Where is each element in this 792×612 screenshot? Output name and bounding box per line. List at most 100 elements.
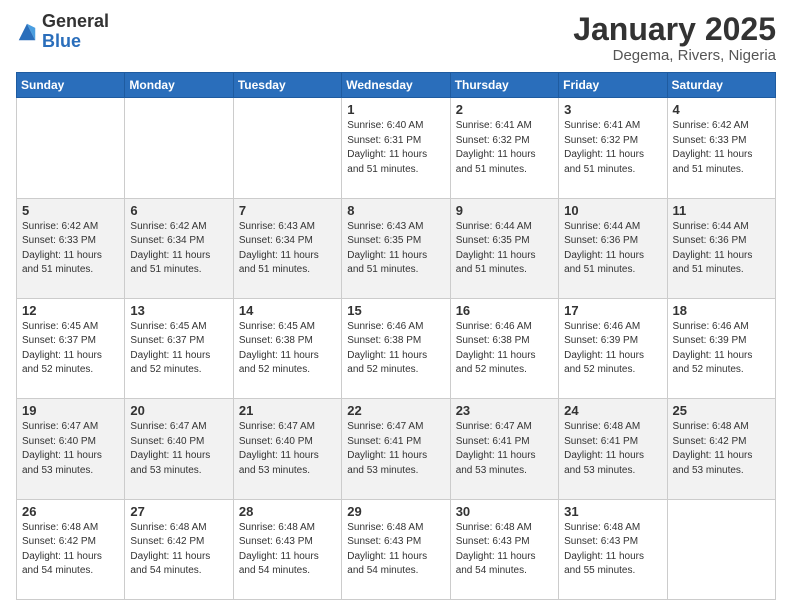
day-number: 1 [347, 102, 444, 117]
col-header-thursday: Thursday [450, 73, 558, 98]
calendar-cell: 7 Sunrise: 6:43 AMSunset: 6:34 PMDaylight… [233, 198, 341, 298]
calendar-cell: 30Sunrise: 6:48 AMSunset: 6:43 PMDayligh… [450, 499, 558, 599]
col-header-monday: Monday [125, 73, 233, 98]
calendar-cell [125, 98, 233, 198]
day-info: Sunrise: 6:47 AMSunset: 6:40 PMDaylight:… [22, 420, 119, 478]
calendar-week-5: 26 Sunrise: 6:48 AMSunset: 6:42 PMDayligh… [17, 499, 776, 599]
calendar-week-3: 12 Sunrise: 6:45 AMSunset: 6:37 PMDayligh… [17, 298, 776, 398]
calendar-cell: 18Sunrise: 6:46 AMSunset: 6:39 PMDayligh… [667, 298, 775, 398]
calendar-cell: 4 Sunrise: 6:42 AMSunset: 6:33 PMDaylight… [667, 98, 775, 198]
day-info: Sunrise: 6:48 AMSunset: 6:41 PMDaylight:… [564, 420, 661, 478]
day-info: Sunrise: 6:41 AMSunset: 6:32 PMDaylight:… [456, 119, 553, 177]
calendar-cell: 3 Sunrise: 6:41 AMSunset: 6:32 PMDaylight… [559, 98, 667, 198]
logo-blue: Blue [42, 31, 81, 51]
col-header-saturday: Saturday [667, 73, 775, 98]
calendar-cell: 8 Sunrise: 6:43 AMSunset: 6:35 PMDaylight… [342, 198, 450, 298]
day-number: 14 [239, 303, 336, 318]
day-info: Sunrise: 6:45 AMSunset: 6:38 PMDaylight:… [239, 320, 336, 378]
calendar-cell: 28 Sunrise: 6:48 AMSunset: 6:43 PMDayligh… [233, 499, 341, 599]
day-number: 3 [564, 102, 661, 117]
page: General Blue January 2025 Degema, Rivers… [0, 0, 792, 612]
calendar-cell: 11Sunrise: 6:44 AMSunset: 6:36 PMDayligh… [667, 198, 775, 298]
day-number: 27 [130, 504, 227, 519]
day-info: Sunrise: 6:43 AMSunset: 6:35 PMDaylight:… [347, 220, 444, 278]
logo-general: General [42, 11, 109, 31]
day-number: 28 [239, 504, 336, 519]
col-header-tuesday: Tuesday [233, 73, 341, 98]
calendar-cell: 1 Sunrise: 6:40 AMSunset: 6:31 PMDaylight… [342, 98, 450, 198]
day-number: 6 [130, 203, 227, 218]
calendar-week-4: 19 Sunrise: 6:47 AMSunset: 6:40 PMDayligh… [17, 399, 776, 499]
calendar-cell: 2 Sunrise: 6:41 AMSunset: 6:32 PMDaylight… [450, 98, 558, 198]
day-info: Sunrise: 6:44 AMSunset: 6:36 PMDaylight:… [564, 220, 661, 278]
calendar-cell: 31Sunrise: 6:48 AMSunset: 6:43 PMDayligh… [559, 499, 667, 599]
day-number: 5 [22, 203, 119, 218]
calendar-cell: 26 Sunrise: 6:48 AMSunset: 6:42 PMDayligh… [17, 499, 125, 599]
day-number: 24 [564, 403, 661, 418]
day-number: 22 [347, 403, 444, 418]
day-number: 9 [456, 203, 553, 218]
header: General Blue January 2025 Degema, Rivers… [16, 12, 776, 64]
day-number: 12 [22, 303, 119, 318]
day-info: Sunrise: 6:42 AMSunset: 6:33 PMDaylight:… [22, 220, 119, 278]
calendar-cell: 19 Sunrise: 6:47 AMSunset: 6:40 PMDayligh… [17, 399, 125, 499]
calendar-cell: 14 Sunrise: 6:45 AMSunset: 6:38 PMDayligh… [233, 298, 341, 398]
calendar-cell: 27Sunrise: 6:48 AMSunset: 6:42 PMDayligh… [125, 499, 233, 599]
calendar-cell: 17 Sunrise: 6:46 AMSunset: 6:39 PMDayligh… [559, 298, 667, 398]
day-info: Sunrise: 6:44 AMSunset: 6:35 PMDaylight:… [456, 220, 553, 278]
logo-text: General Blue [42, 12, 109, 52]
calendar-cell: 15Sunrise: 6:46 AMSunset: 6:38 PMDayligh… [342, 298, 450, 398]
day-info: Sunrise: 6:46 AMSunset: 6:38 PMDaylight:… [456, 320, 553, 378]
calendar-cell [233, 98, 341, 198]
calendar-cell: 10 Sunrise: 6:44 AMSunset: 6:36 PMDayligh… [559, 198, 667, 298]
day-info: Sunrise: 6:40 AMSunset: 6:31 PMDaylight:… [347, 119, 444, 177]
day-info: Sunrise: 6:45 AMSunset: 6:37 PMDaylight:… [130, 320, 227, 378]
day-number: 19 [22, 403, 119, 418]
logo: General Blue [16, 12, 109, 52]
day-info: Sunrise: 6:47 AMSunset: 6:41 PMDaylight:… [347, 420, 444, 478]
day-info: Sunrise: 6:42 AMSunset: 6:33 PMDaylight:… [673, 119, 770, 177]
day-info: Sunrise: 6:42 AMSunset: 6:34 PMDaylight:… [130, 220, 227, 278]
calendar-week-1: 1 Sunrise: 6:40 AMSunset: 6:31 PMDaylight… [17, 98, 776, 198]
day-number: 13 [130, 303, 227, 318]
day-info: Sunrise: 6:48 AMSunset: 6:43 PMDaylight:… [347, 521, 444, 579]
day-number: 17 [564, 303, 661, 318]
calendar-cell: 21 Sunrise: 6:47 AMSunset: 6:40 PMDayligh… [233, 399, 341, 499]
calendar-header-row: SundayMondayTuesdayWednesdayThursdayFrid… [17, 73, 776, 98]
calendar-week-2: 5 Sunrise: 6:42 AMSunset: 6:33 PMDaylight… [17, 198, 776, 298]
day-info: Sunrise: 6:43 AMSunset: 6:34 PMDaylight:… [239, 220, 336, 278]
col-header-wednesday: Wednesday [342, 73, 450, 98]
day-number: 8 [347, 203, 444, 218]
day-number: 31 [564, 504, 661, 519]
day-info: Sunrise: 6:48 AMSunset: 6:42 PMDaylight:… [22, 521, 119, 579]
main-title: January 2025 [573, 12, 776, 47]
day-info: Sunrise: 6:46 AMSunset: 6:39 PMDaylight:… [673, 320, 770, 378]
col-header-sunday: Sunday [17, 73, 125, 98]
day-number: 20 [130, 403, 227, 418]
calendar-cell [667, 499, 775, 599]
calendar: SundayMondayTuesdayWednesdayThursdayFrid… [16, 72, 776, 600]
day-number: 29 [347, 504, 444, 519]
calendar-cell: 13 Sunrise: 6:45 AMSunset: 6:37 PMDayligh… [125, 298, 233, 398]
day-number: 21 [239, 403, 336, 418]
day-info: Sunrise: 6:45 AMSunset: 6:37 PMDaylight:… [22, 320, 119, 378]
col-header-friday: Friday [559, 73, 667, 98]
calendar-cell: 20 Sunrise: 6:47 AMSunset: 6:40 PMDayligh… [125, 399, 233, 499]
day-info: Sunrise: 6:41 AMSunset: 6:32 PMDaylight:… [564, 119, 661, 177]
day-number: 26 [22, 504, 119, 519]
day-number: 2 [456, 102, 553, 117]
day-info: Sunrise: 6:47 AMSunset: 6:40 PMDaylight:… [130, 420, 227, 478]
sub-title: Degema, Rivers, Nigeria [573, 47, 776, 64]
day-info: Sunrise: 6:46 AMSunset: 6:39 PMDaylight:… [564, 320, 661, 378]
day-info: Sunrise: 6:47 AMSunset: 6:40 PMDaylight:… [239, 420, 336, 478]
day-number: 4 [673, 102, 770, 117]
day-number: 11 [673, 203, 770, 218]
day-number: 15 [347, 303, 444, 318]
day-number: 10 [564, 203, 661, 218]
calendar-cell: 5 Sunrise: 6:42 AMSunset: 6:33 PMDaylight… [17, 198, 125, 298]
day-info: Sunrise: 6:48 AMSunset: 6:43 PMDaylight:… [239, 521, 336, 579]
calendar-cell: 12 Sunrise: 6:45 AMSunset: 6:37 PMDayligh… [17, 298, 125, 398]
day-info: Sunrise: 6:47 AMSunset: 6:41 PMDaylight:… [456, 420, 553, 478]
day-number: 7 [239, 203, 336, 218]
calendar-cell [17, 98, 125, 198]
